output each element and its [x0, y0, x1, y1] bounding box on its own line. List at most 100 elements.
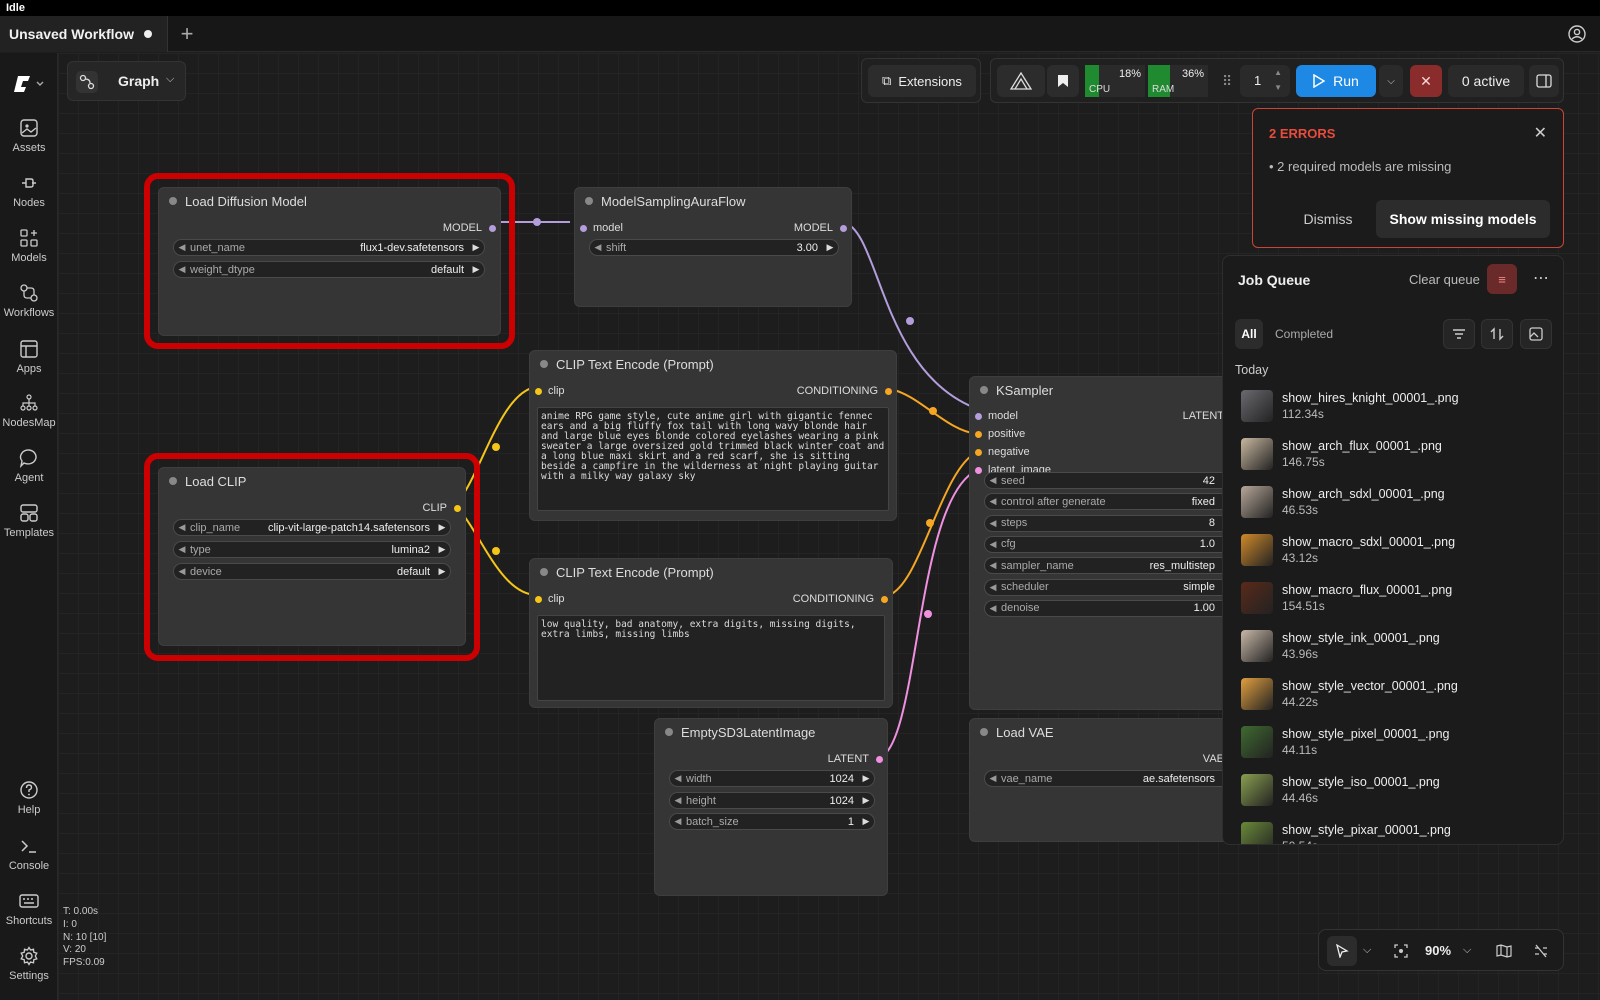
conditioning-output-socket[interactable] — [881, 596, 888, 603]
queue-item-name: show_style_pixel_00001_.png — [1282, 727, 1450, 741]
input-label: positive — [988, 428, 1026, 440]
clip-input-socket[interactable] — [535, 388, 542, 395]
fit-view-icon[interactable] — [1394, 944, 1408, 958]
queue-item-name: show_style_pixar_00001_.png — [1282, 823, 1451, 837]
queue-title: Job Queue — [1238, 272, 1311, 288]
queue-item[interactable]: show_style_pixar_00001_.png 50.54s — [1241, 820, 1551, 844]
latent-input-socket[interactable] — [975, 467, 982, 474]
node-load-vae[interactable]: Load VAE VAE ◀vae_nameae.safetensors▶ — [969, 718, 1249, 842]
run-button[interactable]: Run — [1296, 65, 1376, 97]
node-model-sampling-auraflow[interactable]: ModelSamplingAuraFlow model MODEL ◀ shift… — [574, 187, 852, 307]
widget-seed[interactable]: ◀seed42▶ — [984, 472, 1236, 489]
interrupt-button[interactable]: ✕ — [1410, 65, 1442, 97]
queue-item[interactable]: show_style_pixel_00001_.png 44.11s — [1241, 724, 1551, 768]
filter-completed-tab[interactable]: Completed — [1275, 327, 1333, 341]
dismiss-button[interactable]: Dismiss — [1293, 200, 1363, 238]
batch-count-input[interactable]: 1 ▲ ▼ — [1240, 65, 1290, 97]
zoom-level[interactable]: 90% — [1425, 943, 1451, 958]
node-clip-text-encode-negative[interactable]: CLIP Text Encode (Prompt) clip CONDITION… — [529, 558, 893, 708]
filter-icon[interactable] — [1443, 319, 1475, 349]
widget-sampler-name[interactable]: ◀sampler_nameres_multistep▶ — [984, 557, 1236, 575]
queue-item[interactable]: show_style_vector_00001_.png 44.22s — [1241, 676, 1551, 720]
select-tool-button[interactable] — [1327, 936, 1357, 966]
chevron-down-icon[interactable]: ⌵ — [1363, 944, 1371, 957]
close-icon[interactable]: ✕ — [1534, 123, 1547, 143]
node-load-diffusion-model[interactable]: Load Diffusion Model MODEL ◀ unet_name flu… — [158, 187, 501, 336]
widget-device[interactable]: ◀ device default ▶ — [173, 563, 451, 580]
clip-output-socket[interactable] — [454, 505, 461, 512]
chevron-down-icon[interactable]: ⌵ — [1463, 944, 1471, 957]
mountain-icon — [1009, 71, 1033, 90]
decrement-icon[interactable]: ▼ — [1274, 83, 1282, 92]
clip-input-socket[interactable] — [535, 596, 542, 603]
prompt-textarea[interactable]: anime RPG game style, cute anime girl wi… — [537, 407, 889, 511]
widget-width[interactable]: ◀ width 1024 ▶ — [669, 770, 875, 787]
active-jobs-button[interactable]: 0 active — [1448, 65, 1524, 97]
queue-item[interactable]: show_arch_flux_00001_.png 146.75s — [1241, 436, 1551, 480]
negative-input-socket[interactable] — [975, 449, 982, 456]
queue-item[interactable]: show_style_iso_00001_.png 44.46s — [1241, 772, 1551, 816]
widget-vae-name[interactable]: ◀vae_nameae.safetensors▶ — [984, 770, 1236, 787]
sort-icon[interactable] — [1481, 319, 1513, 349]
model-input-socket[interactable] — [580, 225, 587, 232]
more-options-icon[interactable]: ⋯ — [1533, 268, 1549, 288]
bookmark-button[interactable] — [1047, 65, 1079, 97]
widget-steps[interactable]: ◀steps8▶ — [984, 514, 1236, 532]
widget-clip-name[interactable]: ◀ clip_name clip-vit-large-patch14.safeten… — [173, 519, 451, 536]
thumbnail — [1241, 630, 1273, 662]
widget-cfg[interactable]: ◀cfg1.0▶ — [984, 535, 1236, 553]
model-output-socket[interactable] — [489, 225, 496, 232]
widget-type[interactable]: ◀ type lumina2 ▶ — [173, 541, 451, 558]
queue-group-label: Today — [1235, 363, 1269, 377]
increment-icon[interactable]: ▲ — [1274, 68, 1282, 77]
queue-item[interactable]: show_arch_sdxl_00001_.png 46.53s — [1241, 484, 1551, 528]
queue-item[interactable]: show_hires_knight_00001_.png 112.34s — [1241, 388, 1551, 432]
widget-scheduler[interactable]: ◀schedulersimple▶ — [984, 578, 1236, 596]
node-empty-sd3-latent-image[interactable]: EmptySD3LatentImage LATENT ◀ width 1024 ▶ ◀… — [654, 718, 888, 896]
queue-item[interactable]: show_macro_flux_00001_.png 154.51s — [1241, 580, 1551, 624]
queue-item-name: show_style_iso_00001_.png — [1282, 775, 1440, 789]
prompt-textarea[interactable]: low quality, bad anatomy, extra digits, … — [537, 615, 885, 701]
conditioning-output-socket[interactable] — [885, 388, 892, 395]
model-output-socket[interactable] — [840, 225, 847, 232]
widget-unet-name[interactable]: ◀ unet_name flux1-dev.safetensors ▶ — [173, 239, 485, 256]
positive-input-socket[interactable] — [975, 431, 982, 438]
queue-mode-button[interactable] — [997, 65, 1045, 97]
widget-denoise[interactable]: ◀denoise1.00▶ — [984, 599, 1236, 617]
queue-item[interactable]: show_style_ink_00001_.png 43.96s — [1241, 628, 1551, 672]
minimap-icon[interactable] — [1496, 944, 1512, 958]
thumbnail — [1241, 678, 1273, 710]
widget-control-after-generate[interactable]: ◀control after generatefixed▶ — [984, 493, 1236, 511]
filter-all-tab[interactable]: All — [1235, 319, 1263, 349]
image-view-icon[interactable] — [1520, 319, 1552, 349]
node-clip-text-encode-positive[interactable]: CLIP Text Encode (Prompt) clip CONDITION… — [529, 350, 897, 521]
queue-item-time: 44.46s — [1282, 791, 1319, 805]
widget-shift[interactable]: ◀ shift 3.00 ▶ — [589, 239, 839, 256]
widget-weight-dtype[interactable]: ◀ weight_dtype default ▶ — [173, 261, 485, 278]
node-ksampler[interactable]: KSampler model positive negative latent_… — [969, 376, 1249, 710]
error-message: • 2 required models are missing — [1269, 159, 1452, 174]
input-label: model — [593, 222, 623, 234]
output-label: LATENT — [1182, 410, 1224, 422]
graph-mode-selector[interactable]: Graph ⌵ — [67, 61, 186, 101]
clear-queue-button[interactable]: Clear queue — [1409, 272, 1480, 287]
node-load-clip[interactable]: Load CLIP CLIP ◀ clip_name clip-vit-large-… — [158, 467, 466, 646]
toggle-panel-button[interactable] — [1529, 65, 1559, 97]
run-options-chevron-icon[interactable]: ⌵ — [1379, 65, 1403, 97]
clear-queue-icon[interactable]: ≡ — [1487, 264, 1517, 294]
extensions-button[interactable]: ⧉ Extensions — [868, 65, 976, 97]
canvas-controls: ⌵ 90% ⌵ — [1318, 929, 1564, 971]
hide-links-icon[interactable] — [1533, 944, 1549, 958]
model-input-socket[interactable] — [975, 413, 982, 420]
ram-meter: 36% RAM — [1148, 65, 1208, 97]
node-title: EmptySD3LatentImage — [655, 719, 887, 745]
run-toolbar: 18% CPU 36% RAM ⠿ 1 ▲ ▼ Run ⌵ ✕ 0 active — [990, 58, 1564, 103]
widget-height[interactable]: ◀ height 1024 ▶ — [669, 792, 875, 809]
queue-item-name: show_hires_knight_00001_.png — [1282, 391, 1459, 405]
queue-item[interactable]: show_macro_sdxl_00001_.png 43.12s — [1241, 532, 1551, 576]
show-missing-models-button[interactable]: Show missing models — [1376, 200, 1550, 238]
errors-title: 2 ERRORS — [1269, 126, 1336, 141]
drag-handle-icon[interactable]: ⠿ — [1222, 73, 1232, 90]
widget-batch-size[interactable]: ◀ batch_size 1 ▶ — [669, 813, 875, 830]
latent-output-socket[interactable] — [876, 756, 883, 763]
